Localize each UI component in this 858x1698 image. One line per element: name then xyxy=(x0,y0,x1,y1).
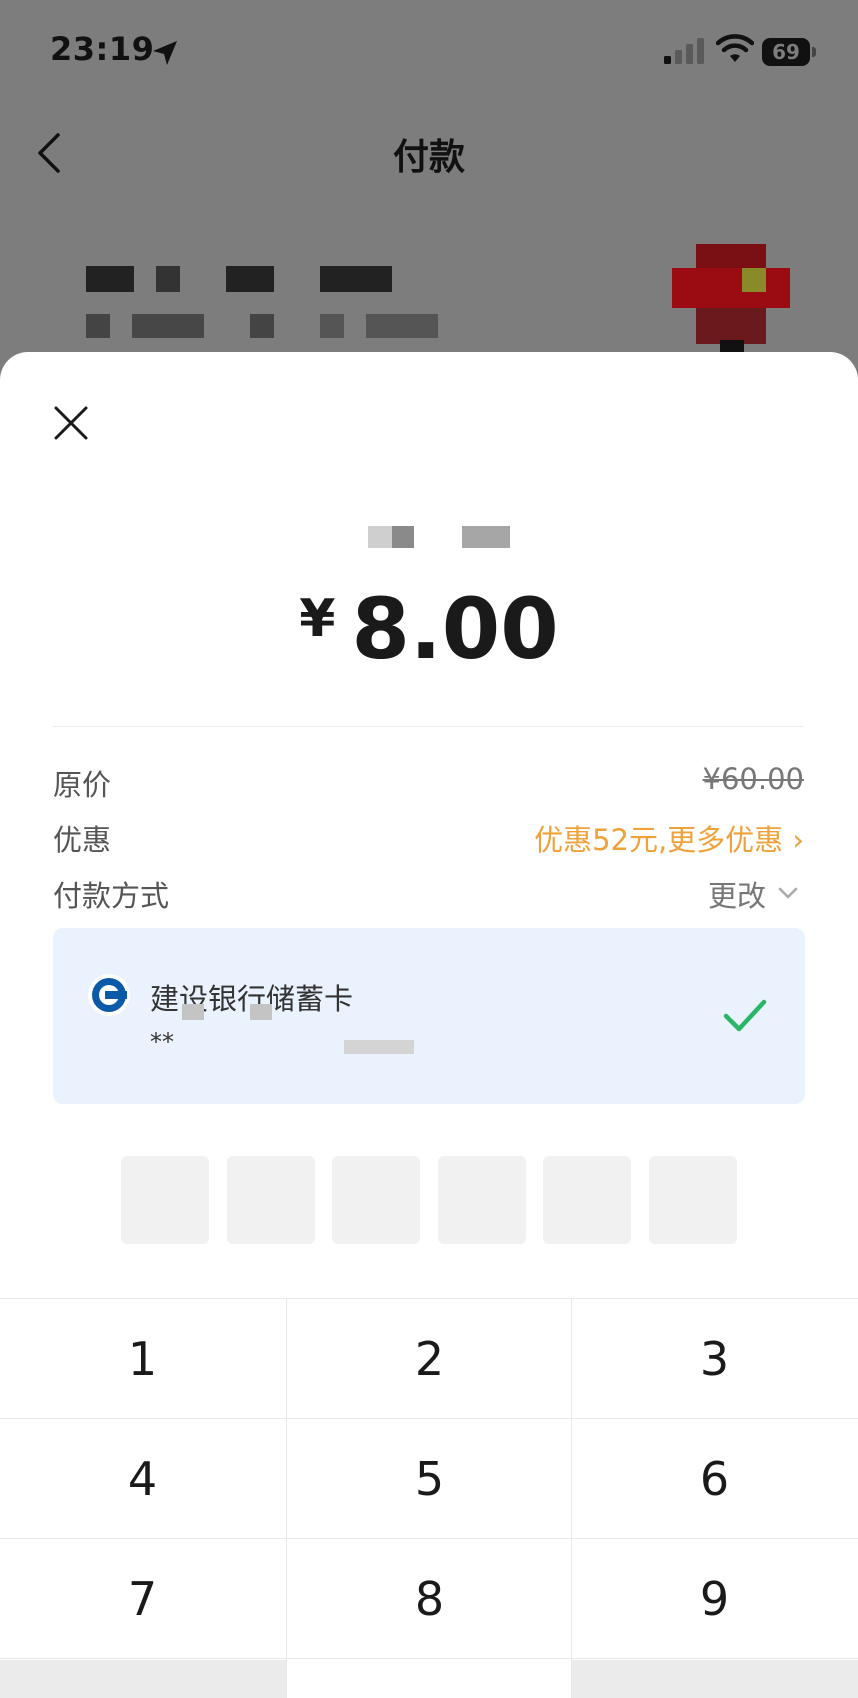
original-price-label: 原价 xyxy=(53,768,112,802)
pin-digit-box[interactable] xyxy=(121,1156,209,1244)
key-1[interactable]: 1 xyxy=(0,1299,285,1419)
discount-more-link[interactable]: 优惠52元,更多优惠 › xyxy=(534,817,804,859)
key-2[interactable]: 2 xyxy=(287,1299,572,1419)
original-price-value: ¥60.00 xyxy=(702,762,804,796)
page-title: 付款 xyxy=(392,137,465,178)
chevron-down-icon[interactable] xyxy=(778,886,798,900)
key-7[interactable]: 7 xyxy=(0,1539,285,1659)
change-payment-button[interactable]: 更改 xyxy=(708,873,766,915)
merchant-avatar xyxy=(672,244,790,362)
key-6[interactable]: 6 xyxy=(572,1419,857,1539)
key-4[interactable]: 4 xyxy=(0,1419,285,1539)
discount-label: 优惠 xyxy=(53,823,112,857)
pin-digit-box[interactable] xyxy=(227,1156,315,1244)
pin-digit-box[interactable] xyxy=(332,1156,420,1244)
keypad-blank-key xyxy=(0,1660,286,1698)
battery-icon: 69 xyxy=(762,38,818,66)
pin-digit-box[interactable] xyxy=(543,1156,631,1244)
currency-symbol: ¥ xyxy=(299,589,336,649)
wifi-icon xyxy=(716,34,754,62)
pin-digit-box[interactable] xyxy=(438,1156,526,1244)
key-8[interactable]: 8 xyxy=(287,1539,572,1659)
divider xyxy=(52,726,804,727)
location-arrow-icon xyxy=(153,41,177,65)
ccb-bank-icon xyxy=(88,974,130,1016)
key-delete[interactable] xyxy=(572,1660,858,1698)
card-number-blur xyxy=(182,1004,204,1020)
key-9[interactable]: 9 xyxy=(572,1539,857,1659)
pin-digit-box[interactable] xyxy=(649,1156,737,1244)
bank-card-number: ** xyxy=(150,1028,174,1056)
close-icon[interactable] xyxy=(52,404,90,442)
checkmark-icon xyxy=(723,999,767,1032)
key-5[interactable]: 5 xyxy=(287,1419,572,1539)
payment-method-label: 付款方式 xyxy=(53,879,170,913)
amount-value: 8.00 xyxy=(351,580,559,678)
key-0[interactable] xyxy=(287,1660,571,1698)
status-time: 23:19 xyxy=(50,30,155,68)
signal-icon xyxy=(664,38,704,64)
battery-level: 69 xyxy=(762,38,810,66)
payment-amount: ¥8.00 xyxy=(0,580,858,678)
key-3[interactable]: 3 xyxy=(572,1299,857,1419)
